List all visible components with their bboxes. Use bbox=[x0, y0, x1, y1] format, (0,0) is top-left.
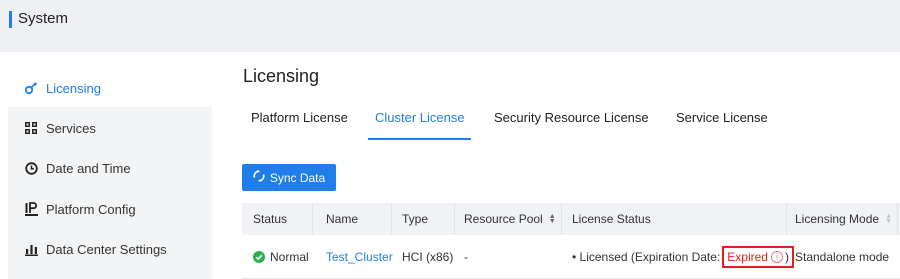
license-status-cell: • Licensed (Expiration Date: Expired i ) bbox=[572, 235, 794, 278]
active-tab-indicator bbox=[368, 138, 471, 140]
sidebar: Licensing Services Date and Time Platfor… bbox=[8, 69, 212, 279]
column-divider bbox=[454, 203, 455, 235]
expired-highlight: Expired i ) bbox=[722, 245, 794, 268]
table-row: Normal Test_Cluster HCI (x86) - • Licens… bbox=[242, 235, 900, 279]
top-bar: System bbox=[0, 0, 900, 43]
column-divider bbox=[786, 203, 787, 235]
column-header-type: Type bbox=[402, 212, 429, 226]
license-status-suffix: ) bbox=[784, 249, 789, 264]
column-header-label: Resource Pool bbox=[464, 212, 543, 226]
sidebar-item-licensing[interactable]: Licensing bbox=[8, 69, 212, 107]
sort-icon[interactable]: ▲ ▼ bbox=[549, 213, 556, 225]
header-gap bbox=[0, 43, 900, 52]
grid-icon bbox=[24, 122, 38, 134]
sort-icon[interactable]: ▲ ▼ bbox=[885, 213, 892, 225]
type-cell: HCI (x86) bbox=[402, 249, 454, 264]
column-divider bbox=[561, 203, 562, 235]
sync-data-button[interactable]: Sync Data bbox=[242, 164, 336, 191]
tab-cluster-license[interactable]: Cluster License bbox=[375, 110, 465, 125]
column-header-license-status: License Status bbox=[572, 212, 651, 226]
column-header-resource-pool[interactable]: Resource Pool ▲ ▼ bbox=[464, 203, 556, 235]
platform-config-icon bbox=[24, 202, 38, 216]
column-header-name: Name bbox=[326, 212, 359, 226]
license-key-icon bbox=[24, 81, 38, 95]
sidebar-item-label: Date and Time bbox=[46, 160, 131, 176]
sidebar-item-label: Platform Config bbox=[46, 201, 136, 217]
tab-platform-license[interactable]: Platform License bbox=[251, 110, 348, 125]
column-divider bbox=[897, 203, 898, 235]
info-icon[interactable]: i bbox=[770, 250, 783, 263]
sidebar-item-platform-config[interactable]: Platform Config bbox=[8, 190, 212, 228]
column-header-status: Status bbox=[253, 212, 288, 226]
resource-pool-cell: - bbox=[464, 249, 468, 264]
page-title: Licensing bbox=[243, 66, 320, 86]
column-divider bbox=[312, 203, 313, 235]
main-content: Licensing Platform License Cluster Licen… bbox=[213, 52, 900, 279]
sidebar-item-label: Services bbox=[46, 120, 96, 136]
column-header-label: Licensing Mode bbox=[795, 212, 880, 226]
cluster-name-link[interactable]: Test_Cluster bbox=[326, 235, 393, 278]
table-header: Status Name Type Resource Pool ▲ ▼ Licens… bbox=[242, 203, 900, 235]
sidebar-item-date-and-time[interactable]: Date and Time bbox=[8, 149, 212, 187]
expired-text: Expired bbox=[727, 249, 768, 264]
tab-service-license[interactable]: Service License bbox=[676, 110, 768, 125]
column-divider bbox=[391, 203, 392, 235]
bar-chart-icon bbox=[24, 243, 38, 256]
sidebar-item-label: Data Center Settings bbox=[46, 241, 167, 257]
sidebar-item-data-center-settings[interactable]: Data Center Settings bbox=[8, 230, 212, 268]
page-header-title: System bbox=[18, 10, 69, 27]
title-accent-bar bbox=[9, 11, 12, 28]
license-status-text: • Licensed (Expiration Date: bbox=[572, 249, 721, 264]
check-circle-icon bbox=[253, 250, 265, 263]
sync-icon bbox=[253, 170, 265, 185]
status-cell: Normal bbox=[253, 235, 309, 278]
tab-security-resource-license[interactable]: Security Resource License bbox=[494, 110, 649, 125]
status-text: Normal bbox=[270, 249, 309, 264]
licensing-mode-cell: Standalone mode bbox=[795, 249, 890, 264]
sidebar-item-services[interactable]: Services bbox=[8, 109, 212, 147]
clock-icon bbox=[24, 161, 38, 175]
sync-data-label: Sync Data bbox=[269, 170, 326, 185]
sidebar-item-label: Licensing bbox=[46, 80, 101, 96]
column-header-licensing-mode[interactable]: Licensing Mode ▲ ▼ bbox=[795, 203, 892, 235]
